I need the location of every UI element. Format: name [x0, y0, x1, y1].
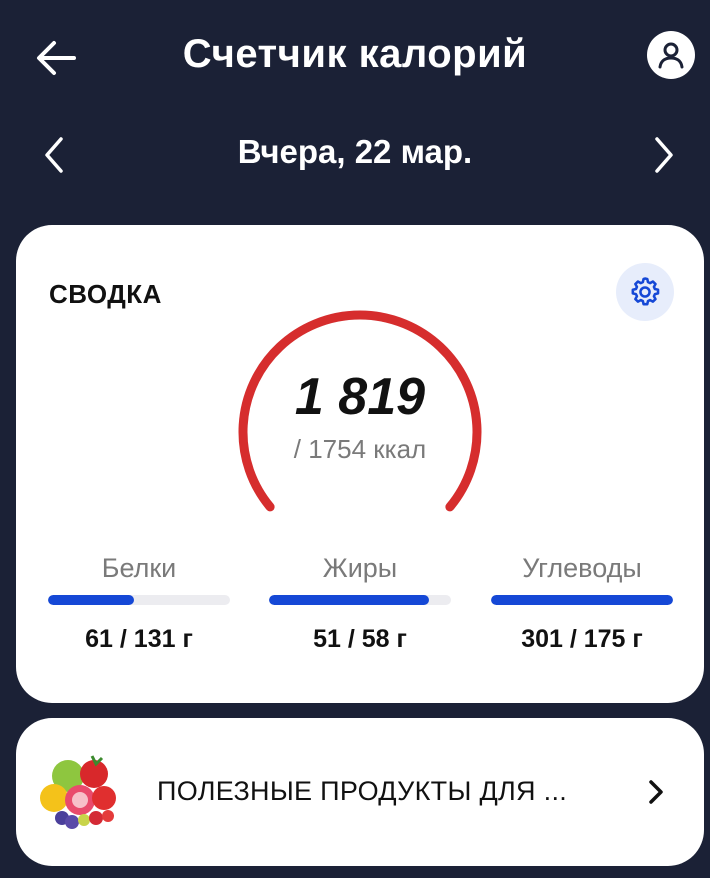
- macro-progress-bar: [48, 595, 230, 605]
- calorie-counter-screen: Счетчик калорий Вчера, 22 мар. СВОДКА 1 …: [0, 0, 710, 878]
- next-day-button[interactable]: [642, 129, 686, 181]
- page-title: Счетчик калорий: [182, 32, 528, 76]
- macro-progress-bar: [269, 595, 451, 605]
- user-icon: [658, 42, 684, 69]
- macro-label: Белки: [101, 553, 177, 583]
- macro-progress-fill: [491, 595, 673, 605]
- chevron-right-icon: [642, 774, 670, 810]
- date-navigator: Вчера, 22 мар.: [0, 125, 710, 185]
- macro-carbs: Углеводы 301 / 175 г: [491, 553, 673, 654]
- healthy-foods-card[interactable]: ПОЛЕЗНЫЕ ПРОДУКТЫ ДЛЯ ...: [16, 718, 704, 866]
- promo-title: ПОЛЕЗНЫЕ ПРОДУКТЫ ДЛЯ ...: [157, 776, 568, 806]
- macro-amount: 61 / 131 г: [85, 625, 193, 653]
- calories-consumed: 1 819: [294, 368, 426, 426]
- macro-progress-fill: [48, 595, 134, 605]
- date-label: Вчера, 22 мар.: [237, 133, 473, 170]
- top-bar: Счетчик калорий: [0, 18, 710, 98]
- summary-title: СВОДКА: [49, 279, 162, 309]
- macro-amount: 301 / 175 г: [521, 625, 643, 653]
- fruits-image: [32, 746, 128, 842]
- macro-progress-bar: [491, 595, 673, 605]
- macro-progress-fill: [269, 595, 430, 605]
- profile-button[interactable]: [647, 31, 695, 79]
- settings-button[interactable]: [616, 263, 674, 321]
- macro-amount: 51 / 58 г: [313, 625, 407, 653]
- summary-card: СВОДКА 1 819 / 1754 ккал Белки 61 / 131 …: [16, 225, 704, 703]
- macro-label: Углеводы: [522, 553, 642, 583]
- macro-fat: Жиры 51 / 58 г: [269, 553, 451, 654]
- gear-icon: [631, 277, 660, 306]
- calories-target: / 1754 ккал: [293, 434, 427, 464]
- macro-label: Жиры: [322, 553, 398, 583]
- chevron-right-icon: [655, 137, 673, 173]
- macro-protein: Белки 61 / 131 г: [48, 553, 230, 654]
